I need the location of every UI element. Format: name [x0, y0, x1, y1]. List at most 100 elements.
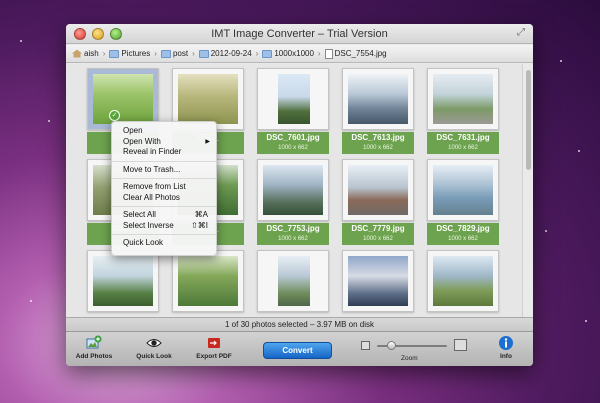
photo-frame[interactable] — [172, 250, 244, 312]
menu-shortcut: ⇧⌘I — [191, 220, 208, 230]
breadcrumb-separator: › — [192, 49, 195, 58]
photo-item[interactable]: DSC_7613.jpg 1000 x 662 — [342, 68, 414, 158]
menu-item-label: Select All — [123, 210, 156, 219]
pdf-icon — [208, 338, 220, 348]
photo-dimensions: 1000 x 662 — [278, 236, 308, 242]
breadcrumb-separator: › — [255, 49, 259, 58]
menu-item-reveal-in-finder[interactable]: Reveal in Finder — [112, 147, 216, 158]
photo-item[interactable]: DSC_7601.jpg 1000 x 662 — [257, 68, 329, 158]
info-button[interactable]: Info — [494, 335, 518, 360]
photo-item[interactable]: DSC_7829.jpg 1000 x 662 — [427, 159, 499, 249]
selected-check-icon: ✓ — [109, 110, 120, 121]
photo-thumbnail — [178, 74, 238, 124]
photo-frame[interactable] — [427, 68, 499, 130]
photo-dimensions: 1000 x 662 — [278, 145, 308, 151]
photo-frame[interactable] — [427, 159, 499, 221]
photo-thumbnail — [348, 74, 408, 124]
menu-item-label: Quick Look — [123, 238, 164, 247]
zoom-control: Zoom — [361, 335, 471, 365]
breadcrumb-item-date[interactable]: 2012-09-24 — [198, 49, 252, 58]
submenu-arrow-icon: ▶ — [205, 138, 210, 145]
photo-frame[interactable] — [342, 159, 414, 221]
photo-thumbnail — [433, 165, 493, 215]
photo-dimensions: 1000 x 662 — [448, 145, 478, 151]
photo-frame[interactable] — [427, 250, 499, 312]
quick-look-button[interactable]: Quick Look — [134, 335, 174, 360]
status-bar: 1 of 30 photos selected – 3.97 MB on dis… — [66, 317, 533, 331]
photo-caption: DSC_7779.jpg 1000 x 662 — [342, 223, 414, 245]
menu-item-remove-from-list[interactable]: Remove from List — [112, 182, 216, 193]
photo-frame[interactable] — [342, 68, 414, 130]
photo-filename: DSC_7779.jpg — [351, 224, 405, 233]
photo-frame[interactable] — [87, 250, 159, 312]
photo-thumbnail — [433, 256, 493, 306]
photo-frame[interactable] — [257, 250, 329, 312]
menu-separator — [112, 178, 216, 179]
menu-item-select-inverse[interactable]: Select Inverse ⇧⌘I — [112, 221, 216, 232]
zoom-slider-thumb[interactable] — [387, 341, 396, 350]
close-window-button[interactable] — [74, 28, 86, 40]
breadcrumb-item-file[interactable]: DSC_7554.jpg — [324, 48, 387, 59]
photo-caption: DSC_7601.jpg 1000 x 662 — [257, 132, 329, 154]
vertical-scrollbar[interactable] — [522, 64, 533, 317]
menu-item-open-with[interactable]: Open With ▶ — [112, 137, 216, 148]
menu-item-quick-look[interactable]: Quick Look — [112, 238, 216, 249]
photo-item[interactable] — [172, 250, 244, 317]
menu-item-label: Select Inverse — [123, 220, 174, 230]
photo-filename: DSC_7613.jpg — [351, 133, 405, 142]
bottom-toolbar: Add Photos Quick Look Export PDF Convert… — [66, 331, 533, 366]
menu-separator — [112, 206, 216, 207]
zoom-window-button[interactable] — [110, 28, 122, 40]
photo-thumbnail — [93, 74, 153, 124]
menu-item-label: Reveal in Finder — [123, 147, 182, 156]
title-bar: IMT Image Converter – Trial Version ⤢ — [66, 24, 533, 44]
photo-thumbnail — [278, 256, 310, 306]
menu-item-label: Remove from List — [123, 182, 186, 191]
file-icon — [324, 48, 333, 59]
zoom-large-icon[interactable] — [454, 339, 467, 351]
folder-icon — [198, 49, 209, 58]
fullscreen-icon[interactable]: ⤢ — [515, 27, 527, 39]
menu-item-open[interactable]: Open — [112, 126, 216, 137]
add-photos-icon — [86, 335, 102, 349]
minimize-window-button[interactable] — [92, 28, 104, 40]
menu-shortcut: ⌘A — [194, 210, 208, 219]
context-menu: Open Open With ▶ Reveal in Finder Move to Tr… — [111, 121, 217, 256]
menu-separator — [112, 234, 216, 235]
zoom-small-icon[interactable] — [361, 341, 370, 350]
photo-thumbnail — [178, 256, 238, 306]
photo-frame[interactable] — [257, 159, 329, 221]
photo-item[interactable]: DSC_7631.jpg 1000 x 662 — [427, 68, 499, 158]
menu-item-label: Clear All Photos — [123, 192, 180, 202]
convert-button[interactable]: Convert — [263, 342, 332, 359]
menu-item-clear-all-photos[interactable]: Clear All Photos — [112, 193, 216, 204]
photo-filename: DSC_7753.jpg — [266, 224, 320, 233]
breadcrumb-separator: › — [102, 49, 106, 58]
home-icon — [72, 49, 82, 58]
menu-item-move-to-trash[interactable]: Move to Trash... — [112, 165, 216, 176]
photo-item[interactable] — [87, 250, 159, 317]
photo-item[interactable]: DSC_7753.jpg 1000 x 662 — [257, 159, 329, 249]
photo-filename: DSC_7631.jpg — [436, 133, 490, 142]
menu-item-select-all[interactable]: Select All ⌘A — [112, 210, 216, 221]
export-pdf-button[interactable]: Export PDF — [192, 335, 236, 360]
add-photos-button[interactable]: Add Photos — [74, 335, 114, 360]
breadcrumb-item-post[interactable]: post — [160, 49, 188, 58]
photo-item[interactable] — [427, 250, 499, 317]
photo-item[interactable] — [342, 250, 414, 317]
photo-thumbnail — [348, 165, 408, 215]
photo-frame[interactable] — [257, 68, 329, 130]
photo-item[interactable] — [257, 250, 329, 317]
photo-dimensions: 1000 x 662 — [363, 236, 393, 242]
eye-icon — [146, 339, 162, 347]
breadcrumb-item-pictures[interactable]: Pictures — [109, 49, 150, 58]
photo-caption: DSC_7613.jpg 1000 x 662 — [342, 132, 414, 154]
photo-frame[interactable] — [342, 250, 414, 312]
breadcrumb-item-home[interactable]: aish — [72, 49, 99, 58]
photo-thumbnail — [263, 165, 323, 215]
scrollbar-thumb[interactable] — [526, 70, 531, 170]
breadcrumb: aish › Pictures › post › 2012-09-24 › 10… — [66, 45, 533, 63]
photo-thumbnail — [433, 74, 493, 124]
breadcrumb-item-size-folder[interactable]: 1000x1000 — [262, 49, 314, 58]
photo-item[interactable]: DSC_7779.jpg 1000 x 662 — [342, 159, 414, 249]
